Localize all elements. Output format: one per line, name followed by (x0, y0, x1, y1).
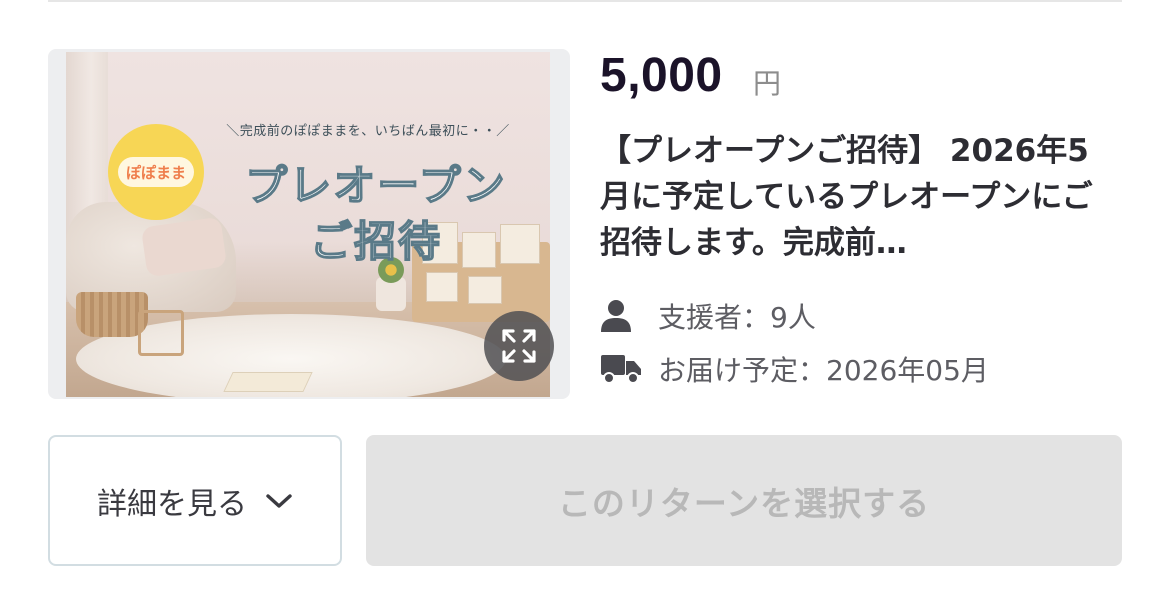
image-headline-line2: ご招待 (309, 216, 442, 267)
supporters-row: 支援者：9人 (600, 296, 816, 336)
open-book-graphic (223, 372, 313, 392)
reward-price: 5,000 (600, 49, 723, 102)
top-divider (48, 0, 1122, 2)
book-graphic (426, 272, 458, 302)
expand-image-button[interactable] (484, 311, 554, 381)
brand-logo-text: ぽぽまま (118, 157, 194, 187)
book-graphic (468, 276, 502, 304)
supporters-count: 支援者：9人 (658, 301, 816, 334)
reward-image: ぽぽまま ＼完成前のぽぽままを、いちばん最初に・・／ プレオープン ご招待 (66, 52, 550, 397)
image-headline: プレオープン ご招待 (216, 158, 536, 270)
view-details-button[interactable]: 詳細を見る (48, 435, 342, 566)
brand-logo: ぽぽまま (108, 124, 204, 220)
image-headline-line1: プレオープン (245, 160, 507, 211)
expand-icon (502, 329, 536, 363)
image-tagline: ＼完成前のぽぽままを、いちばん最初に・・／ (226, 124, 510, 139)
chevron-down-icon (265, 492, 293, 510)
reward-title: 【プレオープンご招待】 2026年5月に予定しているプレオープンにご招待します。… (600, 133, 1093, 261)
view-details-label: 詳細を見る (97, 486, 247, 522)
delivery-date: お届け予定：2026年05月 (658, 354, 989, 387)
select-reward-label: このリターンを選択する (557, 483, 931, 523)
currency-unit: 円 (753, 67, 782, 100)
delivery-row: お届け予定：2026年05月 (600, 349, 989, 389)
person-icon (600, 299, 644, 333)
select-reward-button[interactable]: このリターンを選択する (366, 435, 1122, 566)
truck-icon (600, 353, 644, 385)
abacus-toy-graphic (138, 310, 184, 356)
